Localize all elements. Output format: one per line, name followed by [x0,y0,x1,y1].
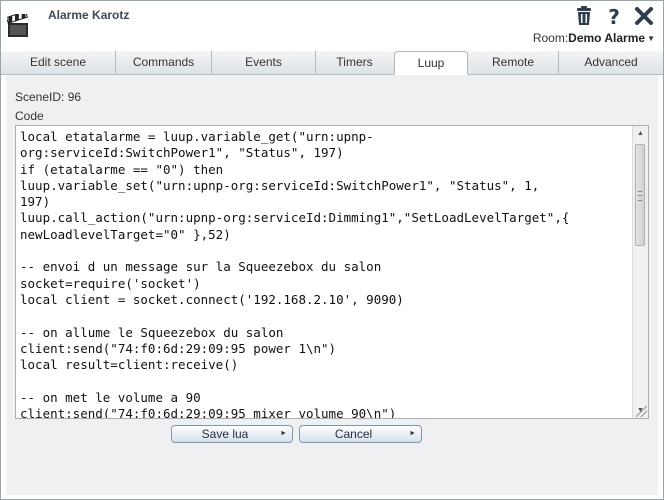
question-icon[interactable]: ? [603,5,625,29]
tab-events[interactable]: Events [211,51,315,74]
luup-panel: SceneID: 96 Code local etatalarme = luup… [6,75,658,495]
save-lua-button[interactable]: Save lua ► [171,425,293,443]
tab-remote[interactable]: Remote [468,51,558,74]
resize-grip-icon[interactable] [636,406,647,417]
room-prefix: Room: [532,31,569,45]
scene-dialog: Alarme Karotz ? Room:Demo Alarme ▼ Edit … [0,0,664,500]
tab-advanced[interactable]: Advanced [558,51,663,74]
cancel-button[interactable]: Cancel ► [299,425,422,443]
close-icon[interactable] [633,5,655,27]
tab-timers[interactable]: Timers [315,51,393,74]
tab-edit-scene[interactable]: Edit scene [1,51,115,74]
clapperboard-icon [5,10,29,38]
room-name: Demo Alarme [568,31,646,45]
scene-id-label: SceneID: 96 [15,90,82,104]
arrow-right-icon: ► [280,430,287,437]
scroll-up-icon[interactable]: ▲ [633,126,648,141]
scrollbar-thumb[interactable] [635,144,645,246]
tab-bar: Edit scene Commands Events Timers Luup R… [1,51,663,75]
vertical-scrollbar[interactable]: ▲ ▼ [632,126,648,418]
code-text[interactable]: local etatalarme = luup.variable_get("ur… [20,129,630,418]
tab-commands[interactable]: Commands [115,51,211,74]
trash-icon[interactable] [573,5,595,27]
code-editor[interactable]: local etatalarme = luup.variable_get("ur… [15,125,649,419]
room-selector[interactable]: Room:Demo Alarme ▼ [533,31,655,45]
code-label: Code [15,109,44,123]
chevron-down-icon: ▼ [647,34,655,44]
dialog-header: Alarme Karotz ? Room:Demo Alarme ▼ [1,1,663,51]
scene-title: Alarme Karotz [48,8,130,22]
svg-text:?: ? [608,5,620,27]
tab-luup[interactable]: Luup [394,51,468,75]
arrow-right-icon: ► [409,430,416,437]
